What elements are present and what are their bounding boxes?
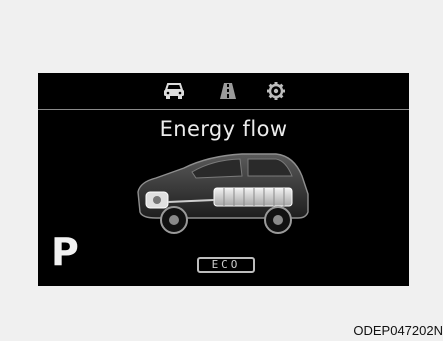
- lane-icon[interactable]: [218, 81, 238, 101]
- screen-title: Energy flow: [159, 117, 288, 141]
- car-energy-flow-icon: [137, 153, 309, 234]
- drive-mode-badge: ECO: [197, 257, 255, 273]
- figure-code-label: ODEP047202N: [353, 323, 443, 338]
- gear-indicator: P: [51, 230, 79, 274]
- cluster-display: Energy flow P ECO: [38, 73, 409, 286]
- car-icon[interactable]: [163, 81, 185, 101]
- header-divider: [38, 109, 409, 110]
- gear-settings-icon[interactable]: [266, 81, 286, 101]
- display-tab-bar: [38, 73, 409, 108]
